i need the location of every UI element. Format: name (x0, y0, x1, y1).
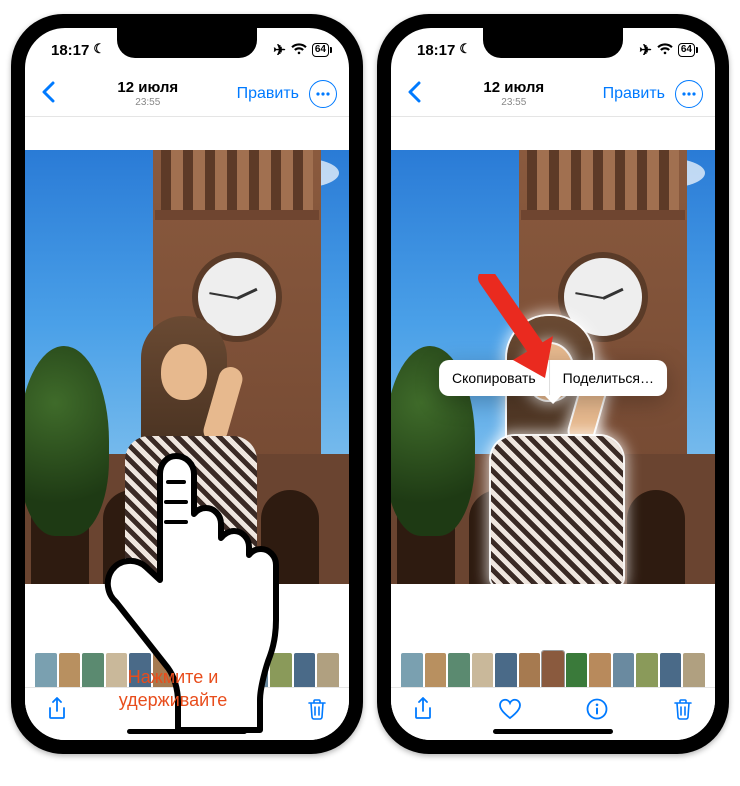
status-time: 18:17 (51, 42, 89, 59)
edit-button[interactable]: Править (237, 85, 299, 103)
thumbnail[interactable] (294, 653, 316, 691)
dnd-moon-icon: ☾ (459, 41, 471, 57)
annotation-arrow-icon (467, 274, 567, 389)
battery-indicator: 64 (678, 43, 695, 57)
thumbnail[interactable] (683, 653, 705, 691)
thumbnail[interactable] (425, 653, 447, 691)
more-menu-button[interactable] (675, 80, 703, 108)
thumbnail[interactable] (519, 653, 541, 691)
thumbnail[interactable] (59, 653, 81, 691)
thumbnail[interactable] (566, 653, 588, 691)
home-indicator[interactable] (493, 729, 613, 734)
share-icon[interactable] (413, 697, 433, 726)
thumbnail[interactable] (35, 653, 57, 691)
share-button[interactable]: Поделиться… (550, 360, 667, 396)
press-hold-hint: Нажмите и удерживайте (98, 666, 248, 711)
phone-frame-right: 18:17 ☾ ✈ 64 12 июля 23:55 (377, 14, 729, 754)
back-button[interactable] (37, 78, 59, 110)
notch (117, 28, 257, 58)
nav-bar: 12 июля 23:55 Править (25, 72, 349, 117)
thumbnail[interactable] (660, 653, 682, 691)
notch (483, 28, 623, 58)
airplane-mode-icon: ✈ (273, 41, 286, 59)
thumbnail[interactable] (589, 653, 611, 691)
battery-indicator: 64 (312, 43, 329, 57)
stage: 18:17 ☾ ✈ 64 12 июля 23:55 (0, 0, 740, 786)
nav-bar: 12 июля 23:55 Править (391, 72, 715, 117)
photo-time: 23:55 (483, 97, 544, 108)
trash-icon[interactable] (307, 698, 327, 725)
status-time: 18:17 (417, 42, 455, 59)
trash-icon[interactable] (673, 698, 693, 725)
screen-right: 18:17 ☾ ✈ 64 12 июля 23:55 (391, 28, 715, 740)
more-menu-button[interactable] (309, 80, 337, 108)
wifi-icon (657, 42, 673, 59)
photo-time: 23:55 (117, 97, 178, 108)
favorite-heart-icon[interactable] (498, 698, 522, 725)
thumbnail[interactable] (317, 653, 339, 691)
share-icon[interactable] (47, 697, 67, 726)
nav-title: 12 июля 23:55 (483, 80, 544, 108)
photo-date: 12 июля (483, 80, 544, 97)
wifi-icon (291, 42, 307, 59)
thumbnail[interactable] (401, 653, 423, 691)
thumbnail[interactable] (495, 653, 517, 691)
photo-date: 12 июля (117, 80, 178, 97)
airplane-mode-icon: ✈ (639, 41, 652, 59)
photo-viewer[interactable]: Скопировать Поделиться… (391, 116, 715, 644)
thumbnail[interactable] (472, 653, 494, 691)
nav-title: 12 июля 23:55 (117, 80, 178, 108)
edit-button[interactable]: Править (603, 85, 665, 103)
info-icon[interactable] (586, 698, 608, 725)
thumbnail[interactable] (613, 653, 635, 691)
back-button[interactable] (403, 78, 425, 110)
thumbnail[interactable] (636, 653, 658, 691)
dnd-moon-icon: ☾ (93, 41, 105, 57)
thumbnail[interactable] (448, 653, 470, 691)
